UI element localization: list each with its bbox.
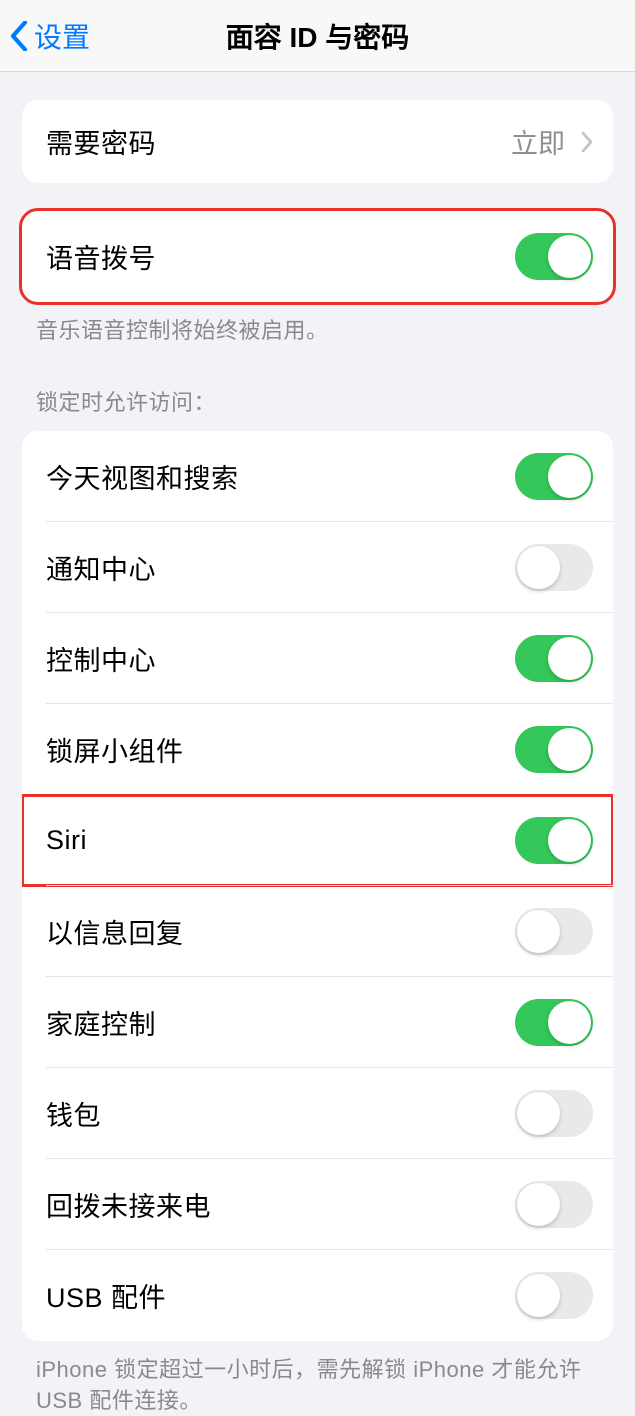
lock-item-toggle[interactable] — [515, 635, 593, 682]
lock-section-header: 锁定时允许访问： — [36, 385, 605, 417]
lock-item-label: 控制中心 — [46, 639, 156, 678]
lock-access-footer: iPhone 锁定超过一小时后，需先解锁 iPhone 才能允许 USB 配件连… — [36, 1355, 605, 1416]
voice-dial-footer: 音乐语音控制将始终被启用。 — [36, 316, 605, 347]
lock-item-row: 通知中心 — [22, 522, 613, 613]
require-passcode-value: 立即 — [511, 122, 593, 161]
page-title: 面容 ID 与密码 — [226, 16, 410, 56]
lock-item-toggle[interactable] — [515, 1272, 593, 1319]
lock-item-row: Siri — [22, 795, 613, 886]
require-passcode-row[interactable]: 需要密码 立即 — [22, 100, 613, 183]
lock-item-row: 控制中心 — [22, 613, 613, 704]
lock-item-label: 通知中心 — [46, 548, 156, 587]
lock-item-toggle[interactable] — [515, 908, 593, 955]
lock-item-row: 以信息回复 — [22, 886, 613, 977]
lock-item-toggle[interactable] — [515, 817, 593, 864]
back-button[interactable]: 设置 — [10, 16, 90, 56]
back-label: 设置 — [34, 16, 90, 56]
lock-item-label: 回拨未接来电 — [46, 1185, 211, 1224]
chevron-left-icon — [10, 21, 28, 51]
lock-item-label: Siri — [46, 825, 87, 856]
lock-item-row: 钱包 — [22, 1068, 613, 1159]
lock-access-group: 今天视图和搜索通知中心控制中心锁屏小组件 Siri 以信息回复家庭控制钱包回拨未接来… — [22, 431, 613, 1341]
voice-dial-toggle[interactable] — [515, 233, 593, 280]
lock-item-label: 家庭控制 — [46, 1003, 156, 1042]
voice-dial-label: 语音拨号 — [46, 237, 156, 276]
voice-dial-group: 语音拨号 — [22, 211, 613, 302]
lock-item-toggle[interactable] — [515, 726, 593, 773]
require-passcode-label: 需要密码 — [46, 122, 156, 161]
lock-item-row: 锁屏小组件 — [22, 704, 613, 795]
lock-item-toggle[interactable] — [515, 544, 593, 591]
chevron-right-icon — [581, 132, 593, 152]
header-bar: 设置 面容 ID 与密码 — [0, 0, 635, 72]
passcode-group: 需要密码 立即 — [22, 100, 613, 183]
lock-item-label: 钱包 — [46, 1094, 101, 1133]
lock-item-toggle[interactable] — [515, 999, 593, 1046]
lock-item-label: 以信息回复 — [46, 912, 184, 951]
lock-item-label: 今天视图和搜索 — [46, 457, 239, 496]
lock-item-toggle[interactable] — [515, 1090, 593, 1137]
lock-item-label: 锁屏小组件 — [46, 730, 184, 769]
lock-item-row: USB 配件 — [22, 1250, 613, 1341]
lock-item-row: 回拨未接来电 — [22, 1159, 613, 1250]
lock-item-row: 今天视图和搜索 — [22, 431, 613, 522]
lock-item-row: 家庭控制 — [22, 977, 613, 1068]
voice-dial-row: 语音拨号 — [22, 211, 613, 302]
lock-item-toggle[interactable] — [515, 1181, 593, 1228]
lock-item-label: USB 配件 — [46, 1276, 166, 1315]
lock-item-toggle[interactable] — [515, 453, 593, 500]
